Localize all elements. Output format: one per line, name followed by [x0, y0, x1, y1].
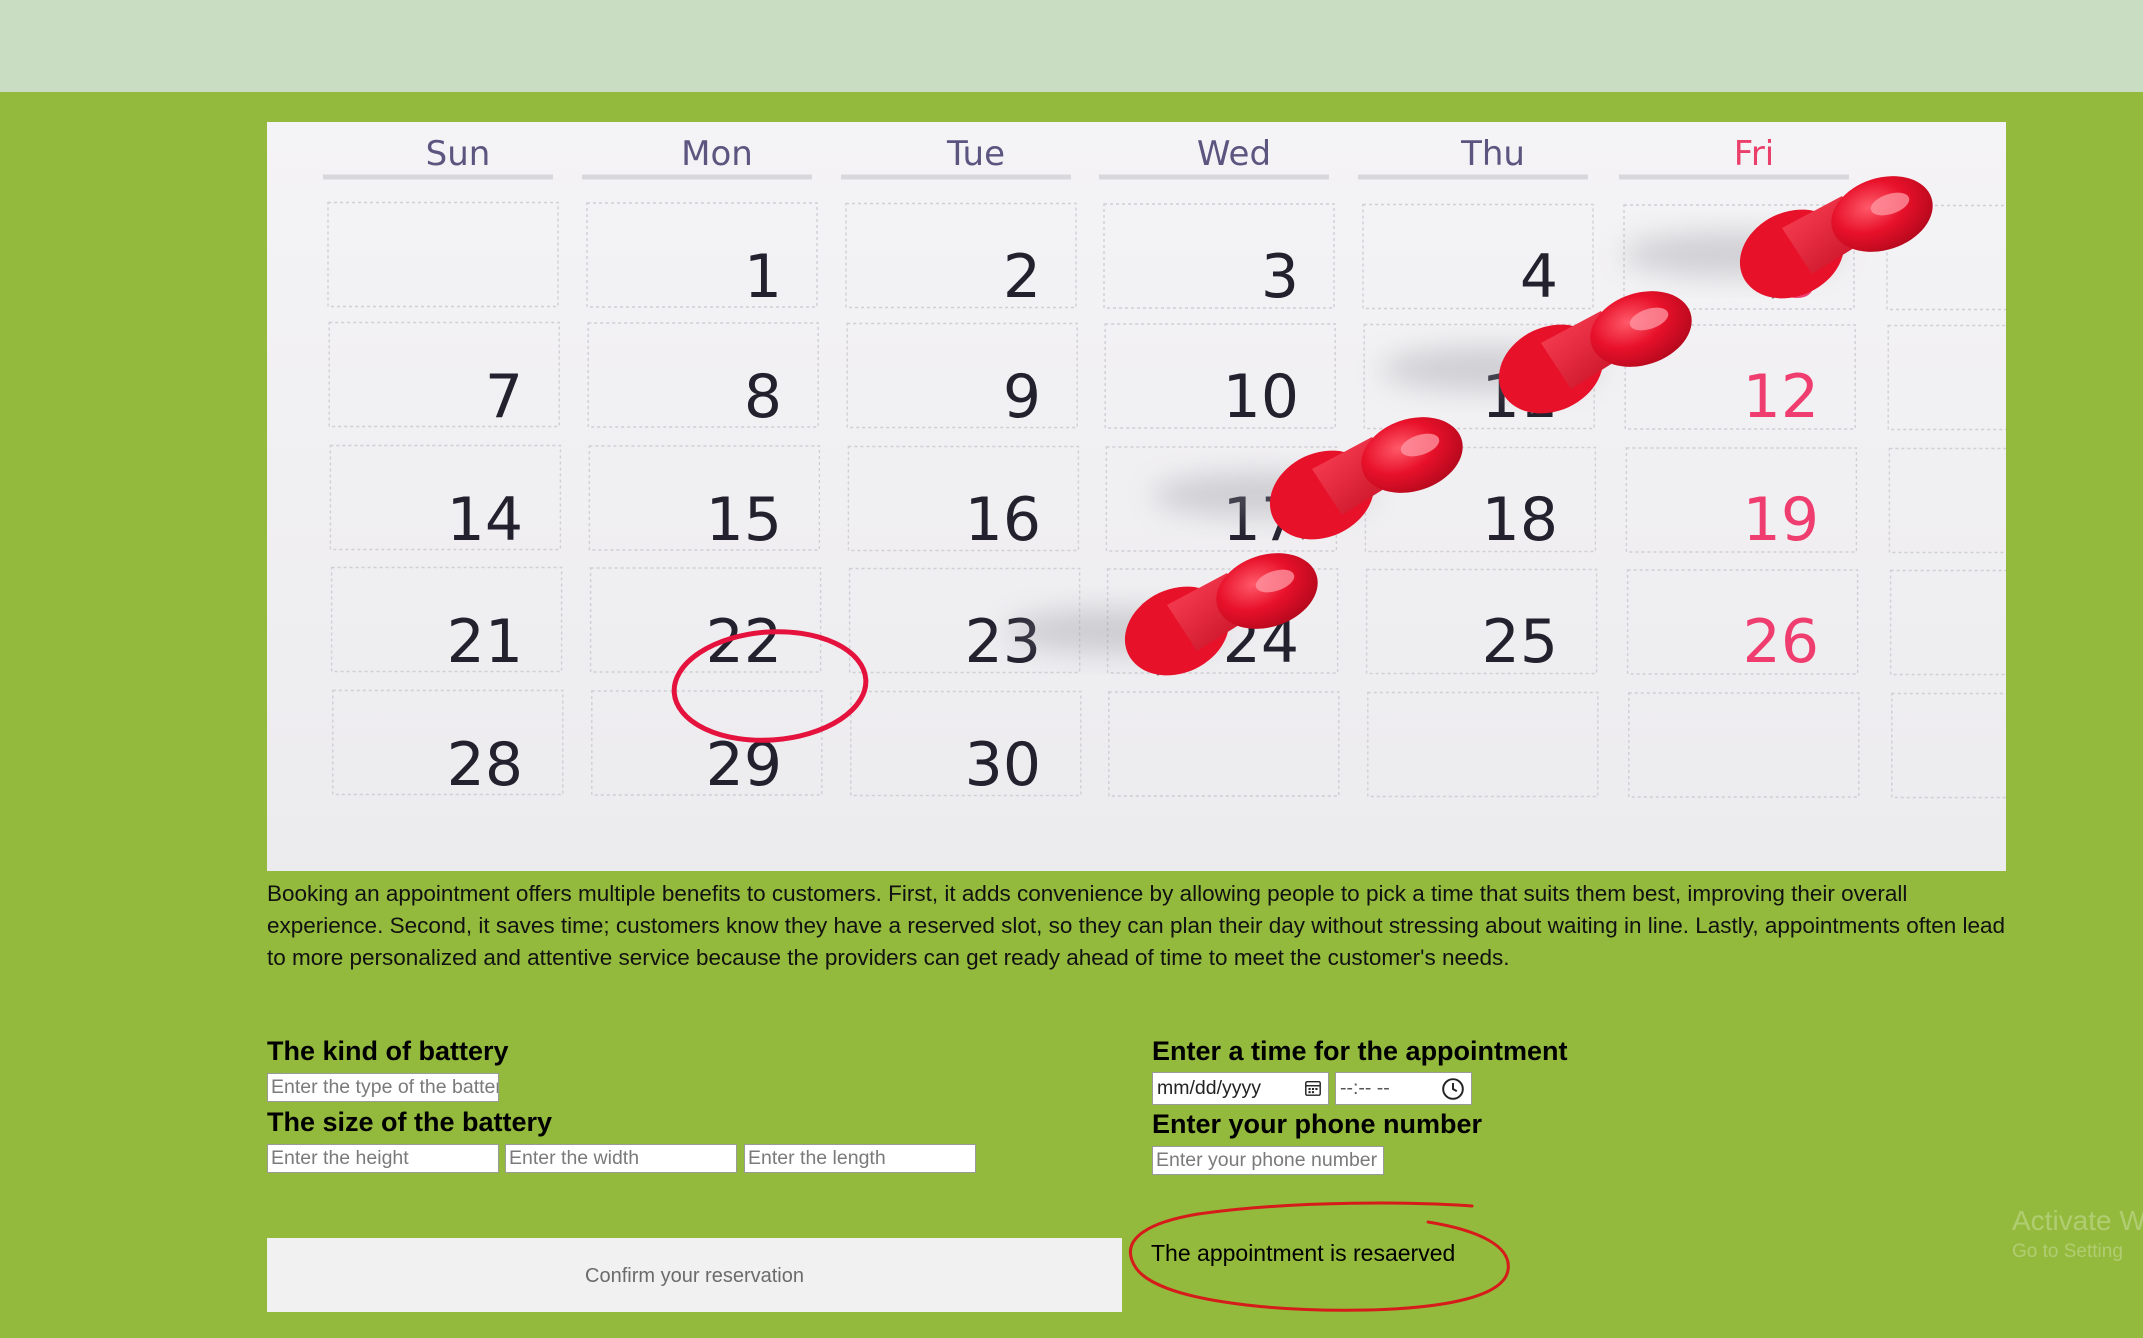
day-cell — [588, 445, 821, 551]
weekday-header: Sun — [426, 134, 491, 174]
day-cell — [1625, 447, 1858, 553]
date-value: mm/dd/yyyy — [1157, 1077, 1262, 1099]
day-number: 19 — [1743, 485, 1819, 555]
day-cell — [1103, 203, 1335, 309]
day-number: 21 — [447, 607, 523, 677]
battery-height-input[interactable]: Enter the height — [267, 1144, 499, 1173]
time-value: --:-- -- — [1340, 1077, 1390, 1099]
day-cell — [1889, 569, 2006, 676]
day-cell — [1887, 324, 2006, 431]
top-banner — [0, 0, 2143, 92]
day-cell — [846, 322, 1078, 429]
day-cell — [1108, 691, 1340, 797]
day-cell — [1891, 692, 2006, 799]
length-placeholder: Enter the length — [748, 1147, 886, 1169]
day-cell — [1362, 203, 1594, 310]
day-number: 9 — [1003, 362, 1041, 432]
day-number: 2 — [1003, 242, 1041, 312]
battery-size-label: The size of the battery — [267, 1107, 553, 1137]
watermark-line-1: Activate W — [2012, 1205, 2143, 1236]
appointment-time-label: Enter a time for the appointment — [1152, 1036, 1568, 1066]
day-number: 16 — [965, 485, 1041, 555]
calendar-hero-image: SunMonTueWedThuFri 123457891011121415161… — [267, 122, 2006, 871]
day-cell — [845, 202, 1077, 309]
day-cell — [1367, 691, 1599, 798]
day-number: 28 — [447, 730, 523, 800]
windows-activation-watermark: Activate W Go to Setting — [2012, 1205, 2143, 1263]
confirm-reservation-button[interactable]: Confirm your reservation — [267, 1238, 1122, 1312]
weekday-header: Tue — [946, 134, 1005, 174]
day-number: 18 — [1482, 485, 1558, 555]
day-number: 10 — [1223, 362, 1299, 432]
width-placeholder: Enter the width — [509, 1147, 640, 1169]
day-number: 12 — [1743, 362, 1819, 432]
watermark-line-2: Go to Setting — [2012, 1241, 2123, 1262]
battery-width-input[interactable]: Enter the width — [505, 1144, 737, 1173]
day-number: 26 — [1743, 607, 1819, 677]
weekday-header: Mon — [681, 134, 753, 174]
day-number: 4 — [1520, 242, 1558, 312]
day-number: 30 — [965, 730, 1041, 800]
battery-kind-label: The kind of battery — [267, 1036, 509, 1066]
calendar-icon[interactable] — [1304, 1079, 1322, 1097]
day-cell — [587, 322, 819, 428]
red-annotation-circle — [1129, 1201, 1510, 1312]
phone-label: Enter your phone number — [1152, 1109, 1483, 1139]
benefits-paragraph: Booking an appointment offers multiple b… — [267, 881, 2006, 970]
phone-placeholder: Enter your phone number — [1156, 1149, 1378, 1171]
battery-length-input[interactable]: Enter the length — [744, 1144, 976, 1173]
weekday-header: Wed — [1197, 134, 1271, 174]
phone-input[interactable]: Enter your phone number — [1152, 1146, 1384, 1175]
day-number: 25 — [1482, 607, 1558, 677]
day-cell — [1104, 323, 1336, 429]
day-number: 14 — [447, 485, 523, 555]
day-cell — [586, 202, 818, 308]
height-placeholder: Enter the height — [271, 1147, 409, 1169]
day-cell — [847, 445, 1080, 552]
battery-kind-placeholder: Enter the type of the battery — [271, 1076, 499, 1098]
date-picker[interactable]: mm/dd/yyyy — [1152, 1072, 1329, 1105]
day-cell — [1628, 692, 1860, 798]
weekday-header: Fri — [1734, 134, 1775, 174]
day-cell — [329, 444, 562, 551]
pushpin — [1622, 176, 1933, 299]
day-number: 1 — [744, 242, 782, 312]
battery-kind-input[interactable]: Enter the type of the battery — [267, 1073, 499, 1102]
day-cell — [327, 201, 559, 308]
time-picker[interactable]: --:-- -- — [1335, 1072, 1472, 1105]
day-cell — [1888, 447, 2006, 554]
day-cell — [328, 321, 560, 428]
clock-icon[interactable] — [1441, 1077, 1465, 1101]
weekday-header: Thu — [1460, 134, 1525, 174]
day-number: 15 — [706, 485, 782, 555]
day-number: 3 — [1261, 242, 1299, 312]
day-number: 8 — [744, 362, 782, 432]
day-number: 7 — [485, 362, 523, 432]
